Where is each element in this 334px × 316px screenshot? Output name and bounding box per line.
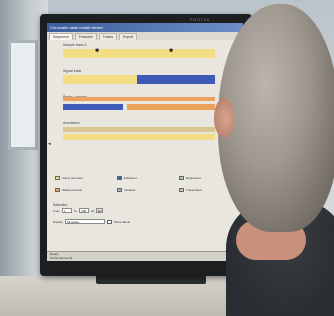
legend: Active promoter Enhancer Repressed Weak … — [55, 173, 235, 195]
legend-swatch — [117, 188, 122, 192]
office-window — [8, 40, 38, 150]
go-button[interactable]: Go — [96, 208, 104, 213]
collapse-handle[interactable]: ◂ — [48, 141, 51, 147]
from-label: From — [53, 208, 60, 213]
legend-label: Active promoter — [62, 176, 84, 180]
display-select[interactable]: All states — [64, 219, 105, 224]
tab-features[interactable]: Features — [74, 33, 97, 40]
track-lane-orange — [63, 97, 215, 101]
title-bar: Chromatin state model viewer — [47, 23, 243, 32]
tab-export[interactable]: Export — [118, 33, 138, 40]
legend-label: Weak promoter — [62, 188, 83, 192]
group-title: Selection — [53, 203, 68, 207]
tab-tracks[interactable]: Tracks — [98, 33, 117, 40]
monitor-brand: FUJITSU — [190, 17, 210, 22]
tab-strip: Sequence Features Tracks Export — [47, 32, 243, 40]
legend-label: Enhancer — [124, 176, 137, 180]
to-label: To — [74, 208, 78, 213]
track[interactable]: Peaks / regions — [51, 95, 221, 117]
selection-controls: Selection From 1 To 100 kb Go Display Al… — [53, 203, 237, 245]
track[interactable]: Signal track — [51, 69, 221, 91]
legend-swatch — [179, 176, 184, 180]
track-lane-yellow — [63, 49, 215, 58]
legend-item: Enhancer — [117, 173, 169, 183]
legend-swatch — [55, 176, 60, 180]
track-lane-blue — [137, 75, 215, 84]
legend-label: Repressed — [186, 176, 201, 180]
track-label: Sample track A — [63, 43, 87, 47]
legend-item: Active promoter — [55, 173, 107, 183]
peak-marker: ✱ — [169, 48, 174, 54]
display-row: Display All states Show labels — [53, 219, 237, 224]
legend-swatch — [55, 188, 60, 192]
track-lane-blue — [63, 104, 123, 110]
legend-label: Insulator — [124, 188, 136, 192]
track[interactable]: Annotation — [51, 121, 221, 143]
legend-item: Insulator — [117, 185, 169, 195]
track-panel: Sample track A ✱ ✱ Signal track Peaks / … — [51, 43, 221, 147]
track-label: Signal track — [63, 69, 82, 73]
legend-swatch — [179, 188, 184, 192]
legend-item: Transcribed — [179, 185, 231, 195]
status-detail: Chromosome 19 — [50, 256, 73, 260]
window-title: Chromatin state model viewer — [50, 25, 103, 30]
labels-checkbox[interactable] — [106, 219, 112, 224]
display-label: Display — [53, 219, 63, 224]
tab-sequence[interactable]: Sequence — [49, 33, 73, 40]
status-bar: Ready Chromosome 19 — [47, 251, 243, 261]
from-input[interactable]: 1 — [62, 208, 72, 213]
unit-label: kb — [91, 208, 95, 213]
track-lane-tan — [63, 127, 215, 132]
person-head — [218, 4, 334, 232]
track-lane-orange — [127, 104, 215, 110]
legend-item: Weak promoter — [55, 185, 107, 195]
track-label: Annotation — [63, 121, 80, 125]
photo-background: FUJITSU Chromatin state model viewer Seq… — [0, 0, 334, 316]
person-ear — [214, 98, 234, 138]
to-input[interactable]: 100 — [79, 208, 90, 213]
track-lane-yellow — [63, 134, 215, 140]
track-lane-yellow — [63, 75, 137, 84]
range-row: From 1 To 100 kb Go — [53, 208, 237, 213]
checkbox-label: Show labels — [113, 219, 131, 224]
app-window: Chromatin state model viewer Sequence Fe… — [47, 23, 243, 261]
legend-swatch — [117, 176, 122, 180]
track[interactable]: Sample track A ✱ ✱ — [51, 43, 221, 65]
peak-marker: ✱ — [95, 48, 100, 54]
legend-label: Transcribed — [186, 188, 202, 192]
